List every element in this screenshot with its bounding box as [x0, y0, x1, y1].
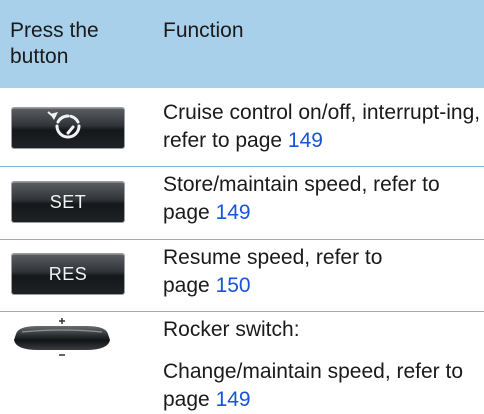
row-function-text: Change/maintain speed, refer to page 149: [163, 358, 481, 414]
page-link[interactable]: 149: [216, 201, 251, 224]
res-button: RES: [12, 254, 124, 294]
controls-table: Press the button Function Cruise control…: [0, 0, 484, 414]
rocker-switch-icon: [14, 318, 110, 356]
row-function-text: Resume speed, refer to page 150: [163, 244, 413, 300]
set-button: SET: [12, 182, 124, 222]
table-row-set: SET Store/maintain speed, refer to page …: [0, 167, 484, 239]
header-press-the-button: Press the button: [10, 19, 99, 68]
page-link[interactable]: 149: [288, 129, 323, 152]
set-button-label: SET: [49, 192, 87, 212]
page-link[interactable]: 150: [216, 274, 251, 297]
cruise-control-icon: [47, 111, 81, 139]
res-button-label: RES: [48, 264, 88, 284]
table-row-res: RES Resume speed, refer to page 150: [0, 240, 484, 311]
row-function-text: Cruise control on/off, interrupt-ing, re…: [163, 99, 481, 155]
rocker-switch-label: Rocker switch:: [163, 318, 300, 341]
header-function: Function: [163, 19, 244, 42]
row-function-text: Store/maintain speed, refer to page 149: [163, 171, 481, 227]
function-description: Change/maintain speed, refer to page: [163, 360, 464, 411]
page-link[interactable]: 149: [216, 388, 251, 411]
table-header: Press the button Function: [0, 0, 484, 88]
cruise-control-button: [12, 108, 124, 148]
table-row-rocker-switch: Rocker switch: Change/maintain speed, re…: [0, 312, 484, 414]
table-row-cruise-control: Cruise control on/off, interrupt-ing, re…: [0, 88, 484, 166]
function-description: Store/maintain speed, refer to page: [163, 173, 440, 224]
function-description: Resume speed, refer to page: [163, 246, 383, 297]
